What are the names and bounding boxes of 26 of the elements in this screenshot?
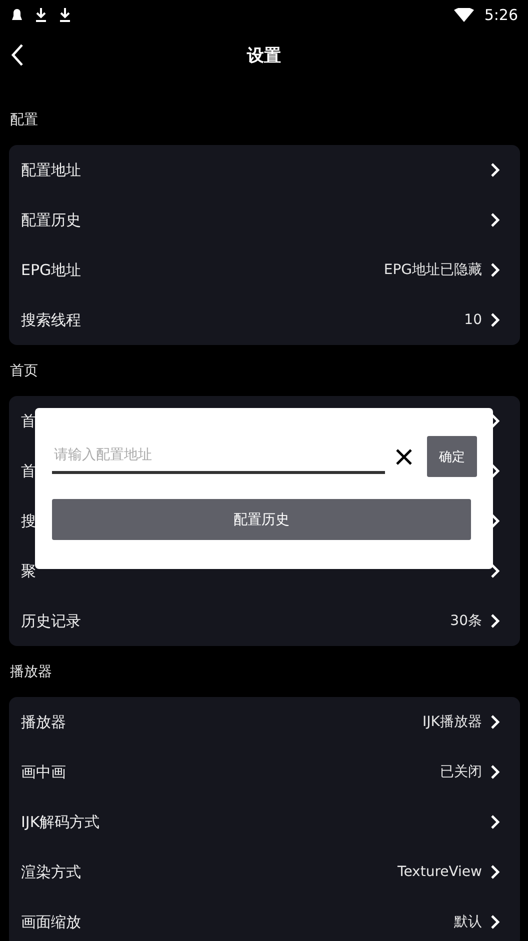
setting-label: 搜索线程 [21,310,81,330]
section-title: 配置 [9,111,39,130]
setting-label: IJK解码方式 [21,812,100,832]
setting-label: 配置地址 [21,160,81,180]
section-title: 首页 [9,362,39,381]
setting-value: 默认 [454,913,482,931]
section-title: 播放器 [9,663,53,682]
setting-value: EPG地址已隐藏 [384,261,482,279]
setting-label: 配置历史 [21,210,81,230]
setting-label: 播放器 [21,712,66,732]
setting-label: 首 [21,462,36,480]
setting-label: 聚 [21,562,36,580]
setting-value: TextureView [398,864,482,880]
setting-label: EPG地址 [21,260,82,280]
setting-label: 画面缩放 [21,912,81,932]
setting-value: 已关闭 [440,763,482,781]
setting-value: 30条 [450,612,482,630]
setting-label: 渲染方式 [21,862,81,882]
setting-label: 历史记录 [21,612,81,630]
setting-label: 搜 [21,512,36,530]
setting-value: IJK播放器 [422,713,482,731]
setting-value: 10 [464,312,482,328]
clock-time: 5:26 [484,6,518,24]
setting-label: 画中画 [21,762,66,782]
page-title: 设置 [247,45,281,68]
setting-label: 首 [21,412,36,430]
